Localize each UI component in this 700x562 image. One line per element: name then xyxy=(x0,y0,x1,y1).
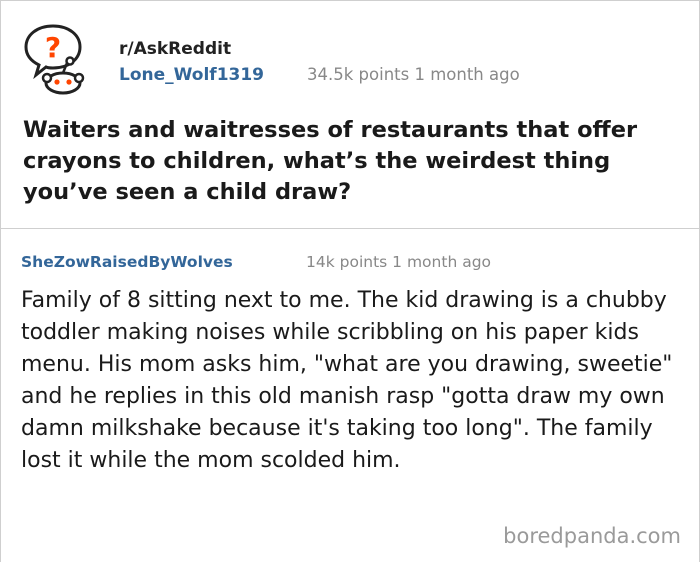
comment-body: Family of 8 sitting next to me. The kid … xyxy=(21,288,673,473)
subreddit-name[interactable]: r/AskReddit xyxy=(119,39,231,59)
post-header: ? r/AskReddit Lone_Wolf1319 34.5k points… xyxy=(1,1,699,101)
post-age: 1 month ago xyxy=(414,65,520,84)
comment-card: SheZowRaisedByWolves 14k points 1 month … xyxy=(0,228,700,562)
post-points: 34.5k points xyxy=(307,65,410,84)
comment-points: 14k points xyxy=(306,253,388,271)
svg-text:?: ? xyxy=(45,31,61,64)
comment-age: 1 month ago xyxy=(392,253,492,271)
post-author-username[interactable]: Lone_Wolf1319 xyxy=(119,65,264,85)
comment-meta: 14k points 1 month ago xyxy=(306,253,491,271)
post-card: ? r/AskReddit Lone_Wolf1319 34.5k points… xyxy=(0,0,700,231)
reddit-question-avatar-icon: ? xyxy=(24,24,85,95)
post-meta: 34.5k points 1 month ago xyxy=(307,65,520,84)
watermark: boredpanda.com xyxy=(503,524,681,548)
post-title[interactable]: Waiters and waitresses of restaurants th… xyxy=(23,115,683,208)
comment-author-username[interactable]: SheZowRaisedByWolves xyxy=(21,253,233,271)
